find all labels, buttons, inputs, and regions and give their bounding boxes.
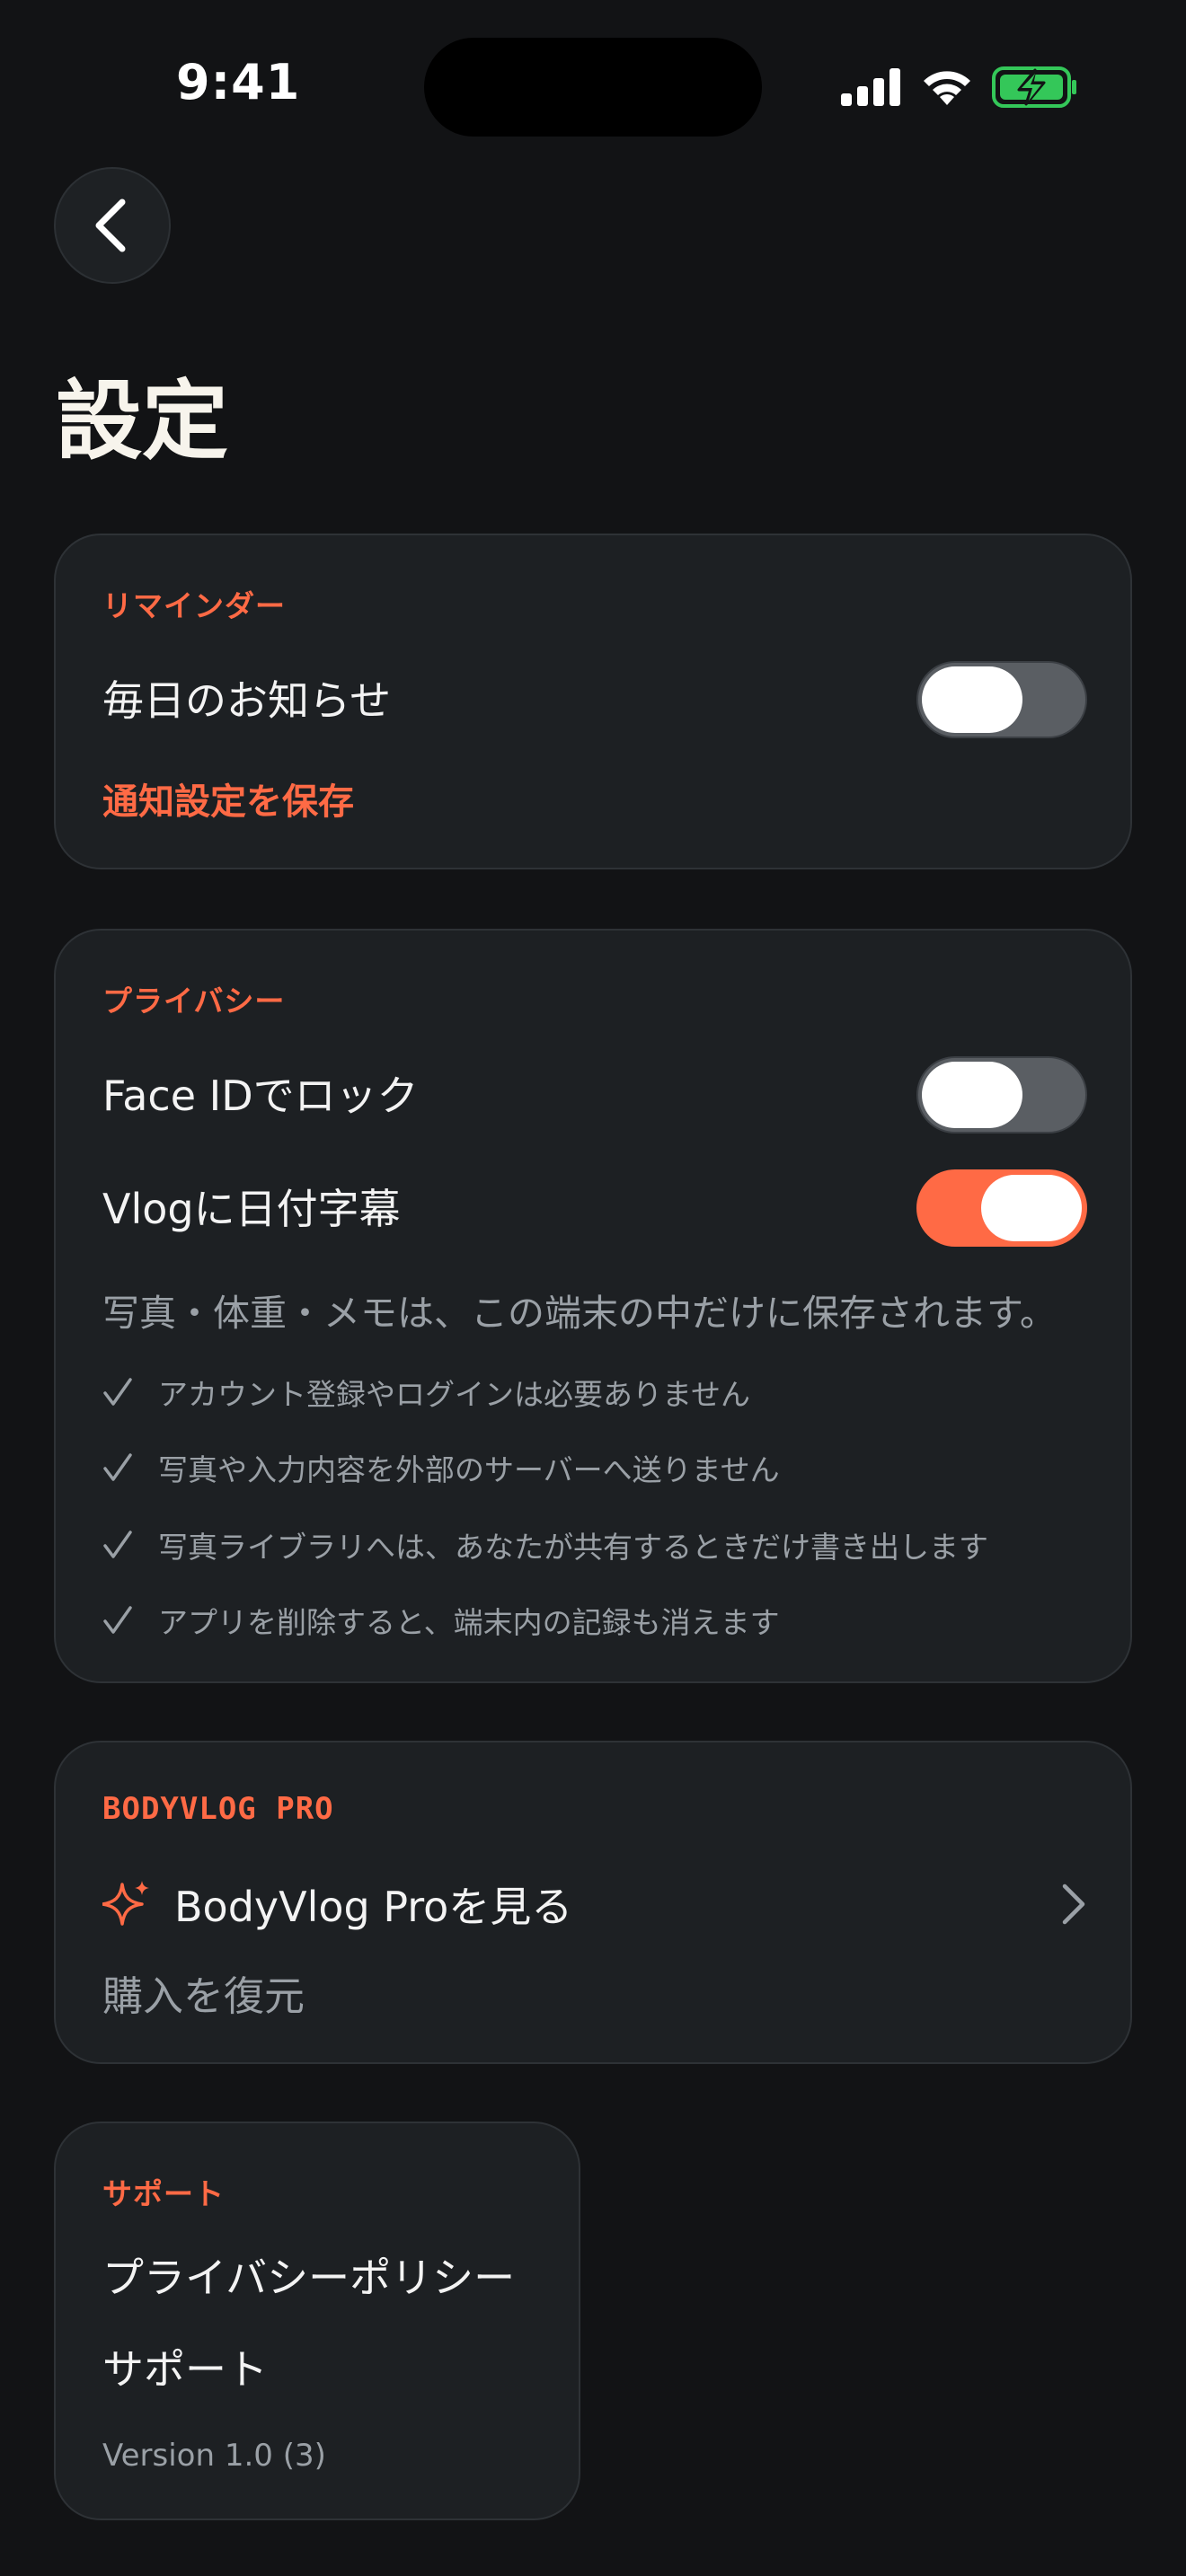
back-button[interactable]: [54, 167, 171, 284]
status-icons: [841, 65, 1078, 110]
reminder-section-label: リマインダー: [102, 588, 286, 623]
checkmark-icon: [103, 1453, 132, 1481]
face-id-lock-toggle[interactable]: [916, 1056, 1087, 1134]
face-id-lock-label: Face IDでロック: [102, 1072, 419, 1120]
toggle-knob: [981, 1175, 1082, 1241]
privacy-card: プライバシー Face IDでロック Vlogに日付字幕 写真・体重・メモは、こ…: [54, 929, 1132, 1683]
toggle-knob: [922, 666, 1022, 733]
view-pro-button[interactable]: BodyVlog Proを見る: [102, 1868, 1087, 1940]
support-card: サポート プライバシーポリシー サポート Version 1.0 (3): [54, 2122, 580, 2520]
privacy-point: アカウント登録やログインは必要ありません: [102, 1371, 750, 1414]
checkmark-icon: [103, 1378, 132, 1406]
pro-section-label: BODYVLOG PRO: [102, 1791, 334, 1827]
checkmark-icon: [103, 1531, 132, 1558]
privacy-policy-link[interactable]: プライバシーポリシー: [102, 2245, 515, 2305]
privacy-point: 写真ライブラリへは、あなたが共有するときだけ書き出します: [102, 1523, 988, 1566]
view-pro-label: BodyVlog Proを見る: [174, 1883, 573, 1931]
privacy-point: 写真や入力内容を外部のサーバーへ送りません: [102, 1446, 780, 1489]
vlog-date-caption-toggle[interactable]: [916, 1169, 1087, 1247]
pro-card: BODYVLOG PRO BodyVlog Proを見る 購入を復元: [54, 1741, 1132, 2064]
status-bar: 9:41: [0, 0, 1186, 171]
sparkle-icon: [102, 1881, 149, 1926]
privacy-point-text: アプリを削除すると、端末内の記録も消えます: [158, 1605, 780, 1640]
daily-notification-label: 毎日のお知らせ: [102, 676, 392, 725]
cellular-signal-icon: [841, 68, 900, 106]
privacy-point-text: 写真ライブラリへは、あなたが共有するときだけ書き出します: [158, 1530, 988, 1565]
save-notification-settings-button[interactable]: 通知設定を保存: [102, 772, 354, 825]
dynamic-island: [424, 38, 762, 137]
wifi-icon: [924, 71, 970, 105]
chevron-right-icon: [1062, 1883, 1085, 1925]
app-version: Version 1.0 (3): [102, 2438, 326, 2474]
privacy-description: 写真・体重・メモは、この端末の中だけに保存されます。: [102, 1292, 1057, 1335]
vlog-date-caption-label: Vlogに日付字幕: [102, 1185, 401, 1233]
reminder-card: リマインダー 毎日のお知らせ 通知設定を保存: [54, 534, 1132, 869]
support-link[interactable]: サポート: [102, 2337, 268, 2396]
toggle-knob: [922, 1062, 1022, 1128]
privacy-point-text: 写真や入力内容を外部のサーバーへ送りません: [158, 1452, 780, 1487]
checkmark-icon: [103, 1606, 132, 1634]
battery-charging-icon: [992, 66, 1076, 108]
daily-notification-toggle[interactable]: [916, 661, 1087, 738]
privacy-section-label: プライバシー: [102, 984, 286, 1019]
chevron-left-icon: [95, 198, 126, 252]
privacy-point-text: アカウント登録やログインは必要ありません: [158, 1377, 751, 1412]
support-section-label: サポート: [102, 2176, 225, 2211]
privacy-point: アプリを削除すると、端末内の記録も消えます: [102, 1599, 780, 1642]
restore-purchase-button[interactable]: 購入を復元: [102, 1963, 305, 2022]
status-time: 9:41: [176, 54, 301, 110]
page-title: 設定: [56, 371, 228, 472]
